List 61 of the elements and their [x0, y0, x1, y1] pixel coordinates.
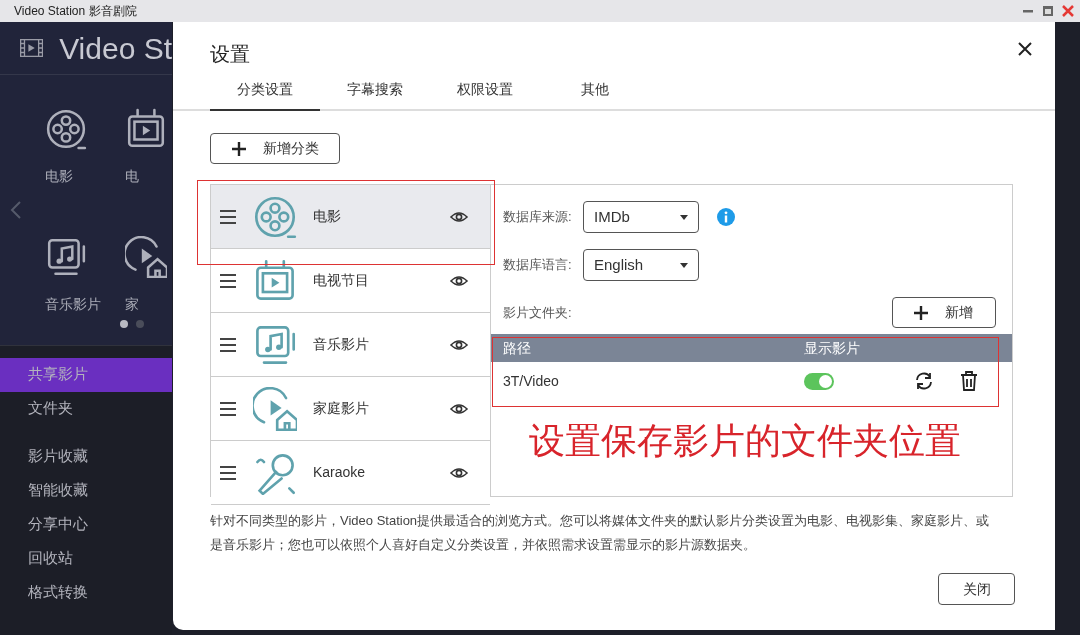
dropdown[interactable]: IMDb [583, 201, 699, 233]
film-reel-icon [45, 108, 87, 150]
drag-handle-icon[interactable] [219, 399, 237, 418]
close-icon[interactable] [1062, 5, 1074, 17]
drag-handle-icon[interactable] [219, 463, 237, 482]
refresh-icon[interactable] [914, 371, 934, 391]
category-row[interactable]: 电影 [211, 185, 490, 249]
drag-handle-icon[interactable] [219, 271, 237, 290]
caret-icon [680, 214, 688, 220]
category-label: 音乐影片 [45, 294, 101, 314]
trash-icon[interactable] [960, 371, 978, 391]
tab[interactable]: 字幕搜索 [320, 77, 430, 111]
app-title: Video St [59, 30, 172, 67]
category-name: 电影 [313, 207, 342, 226]
plus-icon [913, 304, 929, 321]
nav-item[interactable]: 格式转换 [0, 576, 172, 610]
category-label: 电 [125, 167, 139, 186]
path-cell-text: 3T/Video [502, 371, 560, 391]
category-name: 家庭影片 [313, 399, 370, 418]
category-name: 音乐影片 [313, 335, 370, 354]
plus-icon [231, 140, 247, 157]
close-dialog-button[interactable]: 关闭 [938, 573, 1015, 605]
tab[interactable]: 权限设置 [430, 77, 540, 111]
home-video-icon [125, 235, 167, 278]
category-label: 家 [125, 294, 139, 314]
field-label: 数据库语言: [502, 256, 573, 275]
dialog-title: 设置 [210, 42, 250, 67]
nav-item[interactable]: 智能收藏 [0, 474, 172, 508]
tab[interactable]: 其他 [540, 77, 650, 111]
description-text: 针对不同类型的影片，Video Station提供最适合的浏览方式。您可以将媒体文件夹的默认影片分类设置为电影、电视影集、家庭影片、或是音乐影片；您也可以依照个人喜好自定义分类设置，并依照需求设置需显示的影片源数据夹。 [209, 512, 991, 554]
add-folder-button[interactable]: 新增 [892, 297, 996, 328]
drag-handle-icon[interactable] [219, 335, 237, 354]
field-label: 影片文件夹: [502, 303, 573, 322]
window-title: Video Station 影音剧院 [14, 3, 138, 20]
category-name: Karaoke [313, 463, 367, 482]
nav-item[interactable]: 分享中心 [0, 508, 172, 542]
column-header: 路径 [502, 338, 532, 358]
category-label: 电影 [45, 167, 73, 186]
maximize-icon[interactable] [1042, 5, 1054, 17]
annotation-text: 设置保存影片的文件夹位置 [529, 419, 962, 463]
dropdown[interactable]: English [583, 249, 699, 281]
nav-item[interactable]: 影片收藏 [0, 440, 172, 474]
toggle-switch[interactable] [804, 372, 834, 390]
pager-dot[interactable] [120, 320, 128, 328]
category-name: 电视节目 [313, 271, 370, 290]
tab[interactable]: 分类设置 [210, 77, 320, 111]
caret-icon [680, 262, 688, 268]
nav-item[interactable]: 回收站 [0, 542, 172, 576]
nav-item[interactable]: 文件夹 [0, 392, 172, 426]
tv-icon [253, 258, 297, 303]
info-icon[interactable] [717, 208, 735, 226]
drag-handle-icon[interactable] [219, 207, 237, 226]
column-header: 显示影片 [804, 338, 860, 358]
pager-dot[interactable] [136, 320, 144, 328]
field-label: 数据库来源: [502, 208, 573, 227]
add-category-button[interactable]: 新增分类 [210, 133, 340, 164]
nav-item[interactable]: 共享影片 [0, 358, 172, 392]
home-video-icon [253, 386, 297, 431]
film-reel-icon [253, 194, 297, 239]
close-icon [1017, 41, 1033, 58]
tv-icon [125, 108, 167, 150]
